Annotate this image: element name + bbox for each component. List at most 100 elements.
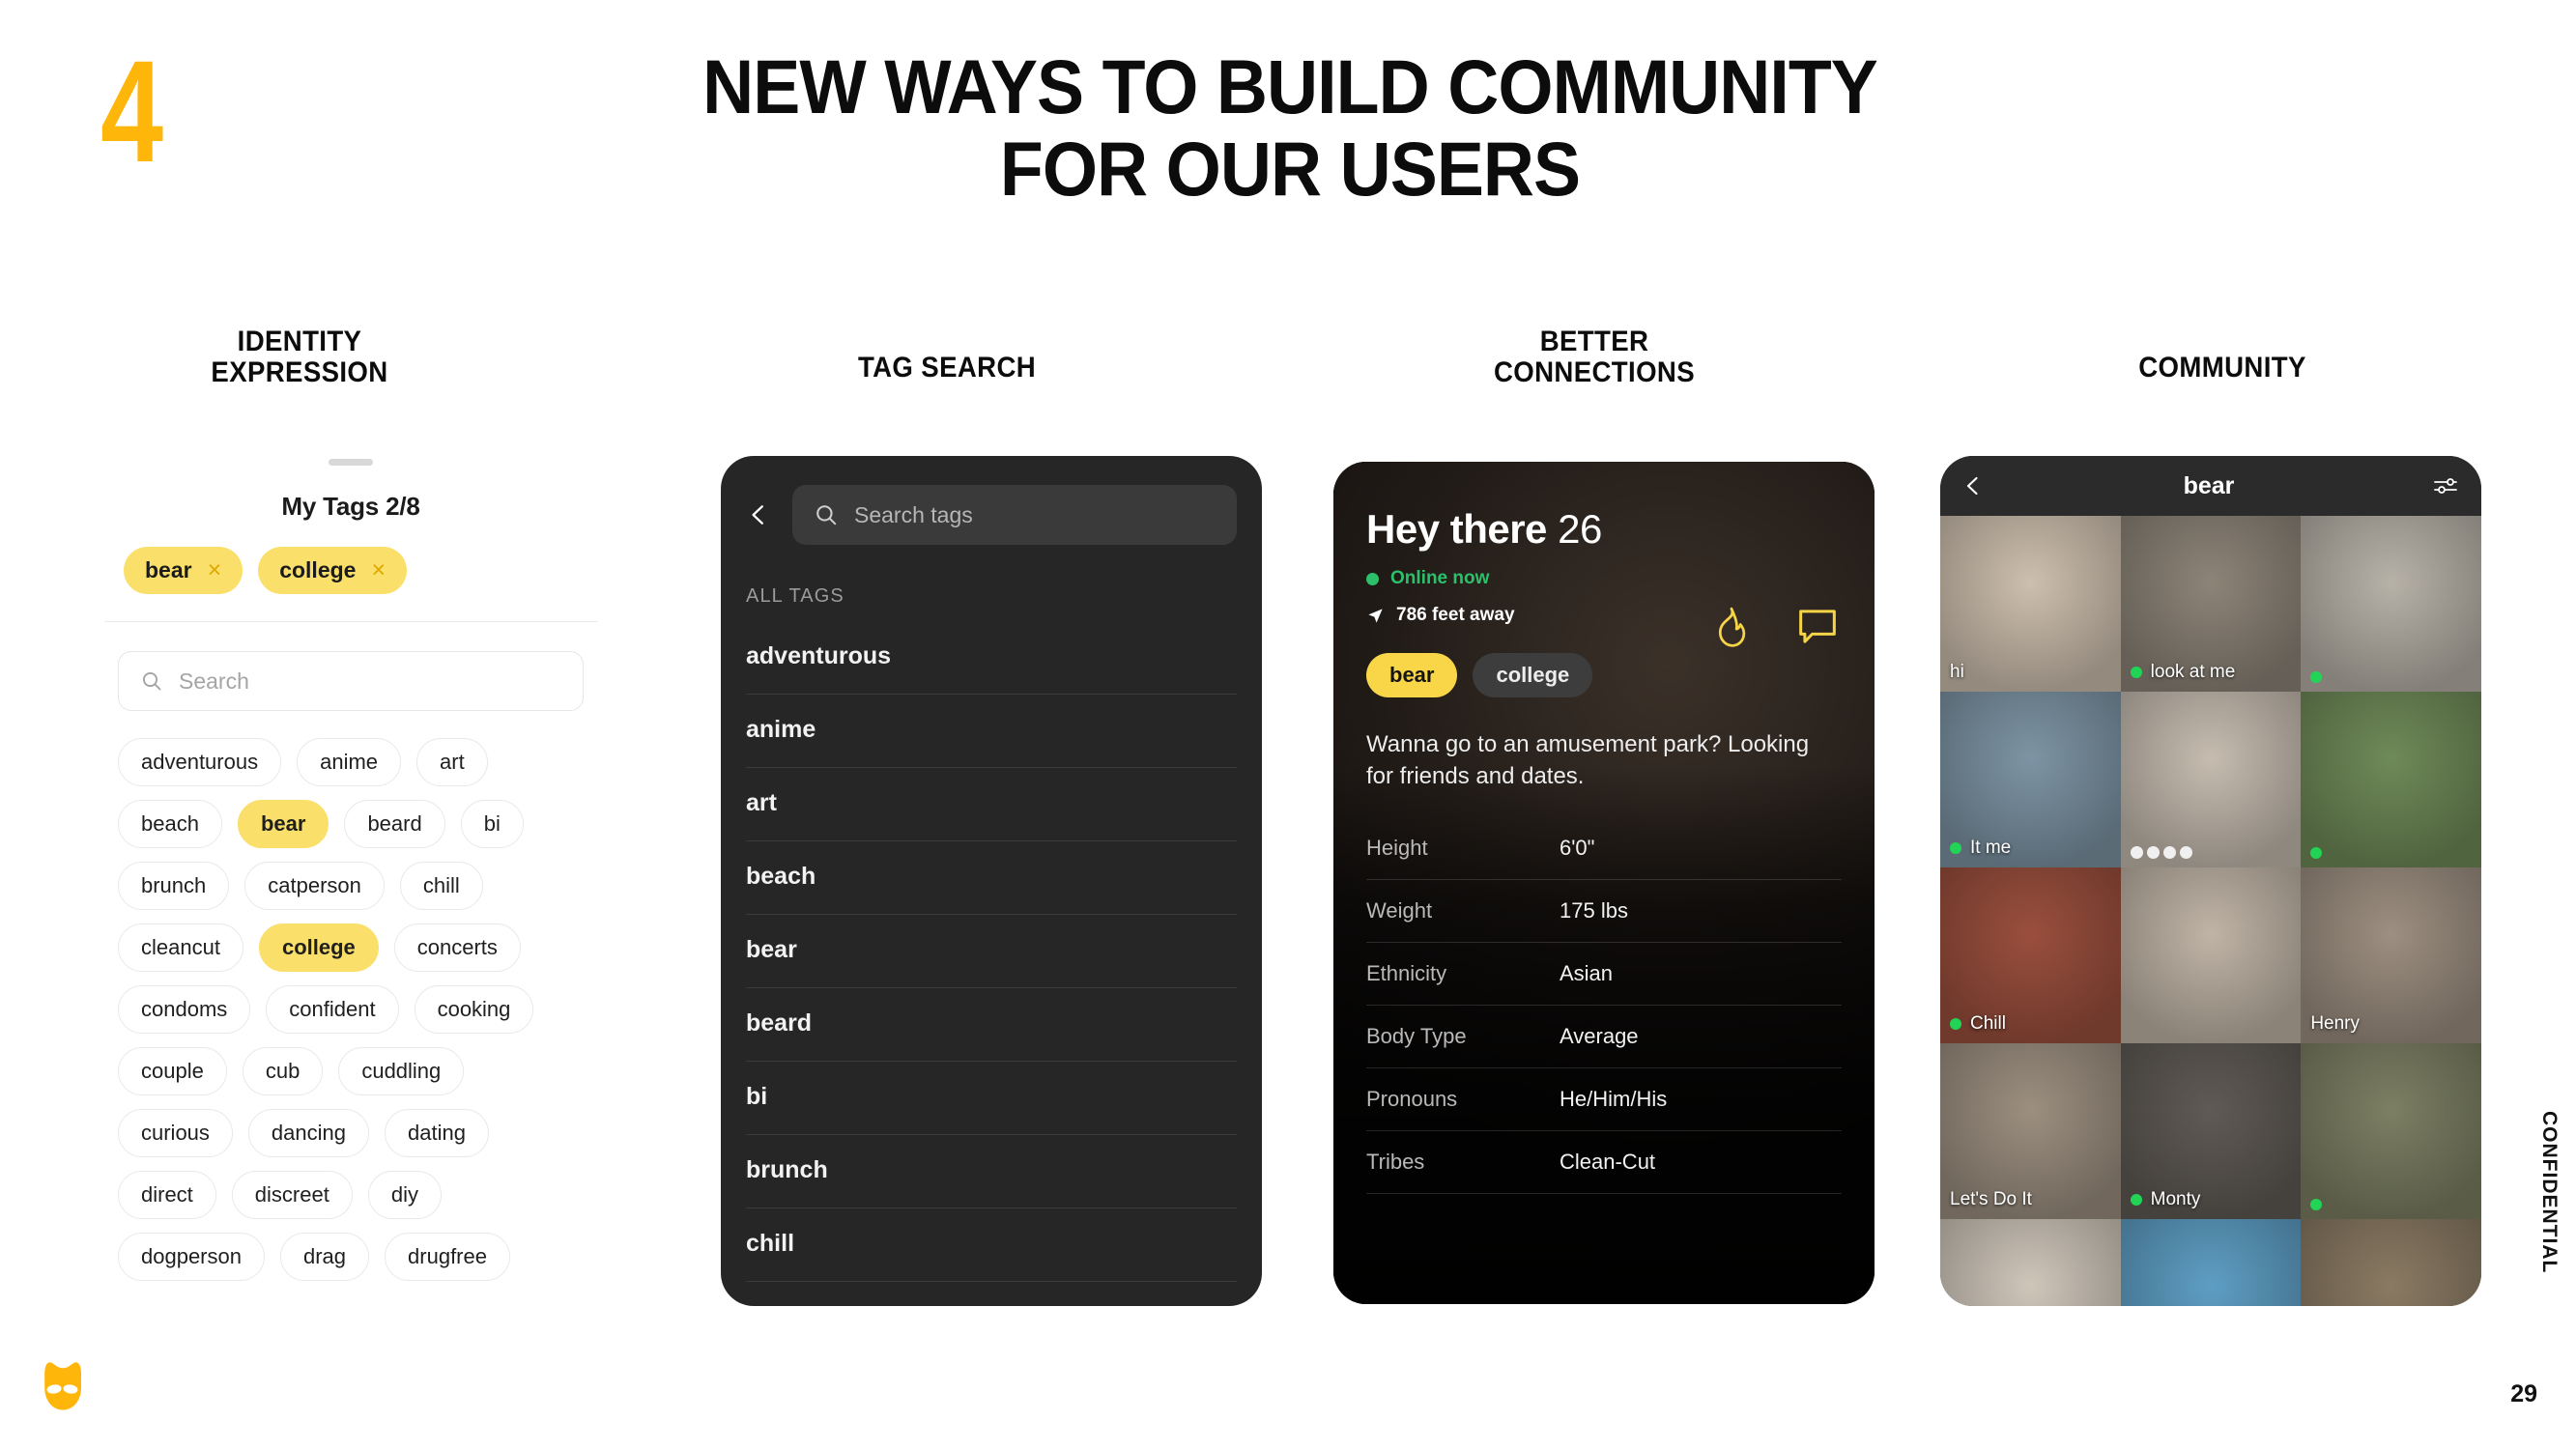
profile-thumbnail [2120, 1219, 2302, 1306]
tag-chip[interactable]: bear [237, 800, 329, 848]
tag-chip[interactable]: cub [242, 1047, 324, 1095]
tag-chip[interactable]: cleancut [118, 923, 243, 972]
community-profile-tile[interactable]: Chill [1940, 867, 2121, 1043]
profile-tile-label-row: Chill [1950, 1013, 2115, 1035]
community-profile-tile[interactable]: Monty [2120, 1043, 2302, 1219]
profile-age: 26 [1558, 506, 1602, 552]
chat-bubble-icon[interactable] [1795, 605, 1840, 651]
selected-tag-chip[interactable]: college × [258, 547, 408, 594]
selected-tag-chip[interactable]: bear × [124, 547, 243, 594]
profile-panel: Hey there 26 Online now 786 feet away be… [1333, 462, 1875, 1304]
grindr-mask-logo [44, 1362, 81, 1410]
tag-chip[interactable]: condoms [118, 985, 251, 1034]
profile-detail-value: Average [1560, 1024, 1639, 1049]
tag-search-list-item[interactable]: bear [746, 915, 1237, 988]
tag-chip[interactable]: anime [297, 738, 402, 786]
profile-detail-value: Asian [1560, 961, 1614, 986]
tag-chip[interactable]: beard [344, 800, 445, 848]
tag-chip[interactable]: art [416, 738, 488, 786]
selected-tag-label: college [279, 557, 357, 582]
tag-chip[interactable]: chill [399, 862, 483, 910]
profile-detail-key: Tribes [1366, 1150, 1425, 1175]
tag-chip[interactable]: dancing [247, 1109, 369, 1157]
profile-tag-chip[interactable]: bear [1366, 653, 1458, 697]
profile-tile-label: Henry [2310, 1013, 2361, 1034]
community-profile-tile[interactable] [2120, 1219, 2302, 1306]
tag-search-list-item[interactable]: chill [746, 1208, 1237, 1282]
tag-chip[interactable]: drag [279, 1233, 370, 1281]
tag-chip[interactable]: concerts [393, 923, 521, 972]
filter-sliders-icon[interactable] [2433, 474, 2460, 497]
profile-tile-label: It me [1970, 838, 2012, 858]
profile-tile-label-row: Henry [2310, 1013, 2476, 1035]
tag-chip[interactable]: catperson [244, 862, 385, 910]
search-tags-input-wrapper[interactable]: Search tags [792, 485, 1237, 545]
profile-tag-chip[interactable]: college [1473, 653, 1593, 697]
community-topbar: bear [1940, 456, 2481, 516]
tag-search-results-list: adventurous anime art beach bear beard bi brunc… [721, 621, 1262, 1282]
profile-thumbnail [2120, 692, 2302, 867]
tag-chip[interactable]: curious [118, 1109, 233, 1157]
community-profile-tile[interactable] [2301, 692, 2481, 867]
tag-chip[interactable]: beach [118, 800, 222, 848]
tag-chip[interactable]: confident [266, 985, 399, 1034]
tag-search-list-item[interactable]: beard [746, 988, 1237, 1062]
tag-chip[interactable]: bi [460, 800, 524, 848]
tag-search-panel: Search tags ALL TAGS adventurous anime art… [721, 456, 1262, 1306]
tag-chip[interactable]: direct [118, 1171, 216, 1219]
flame-icon[interactable] [1710, 605, 1753, 651]
community-profile-tile[interactable]: Henry [2301, 867, 2481, 1043]
my-tags-title: My Tags 2/8 [281, 492, 420, 521]
tag-chip[interactable]: adventurous [118, 738, 282, 786]
sheet-grabber-handle[interactable] [329, 459, 373, 466]
tag-chip[interactable]: discreet [231, 1171, 353, 1219]
online-status-dot [2310, 1199, 2323, 1210]
tag-search-input-wrapper[interactable]: Search [118, 651, 584, 711]
back-chevron-icon[interactable] [1961, 474, 1985, 497]
headline-line-1: NEW WAYS TO BUILD COMMUNITY [702, 43, 1878, 129]
all-tags-section-label: ALL TAGS [746, 585, 844, 607]
tag-chip[interactable]: drugfree [385, 1233, 510, 1281]
profile-online-row: Online now [1366, 568, 1842, 589]
online-status-dot [1950, 1018, 1961, 1030]
community-panel: bear hi look at me It me Chill Henry Let's Do… [1940, 456, 2481, 1306]
tag-search-list-item[interactable]: bi [746, 1062, 1237, 1135]
online-status-dot [2130, 1194, 2142, 1206]
tag-search-list-item[interactable]: anime [746, 695, 1237, 768]
community-profile-tile[interactable] [2301, 1043, 2481, 1219]
community-profile-tile[interactable]: hi [1940, 516, 2121, 692]
tag-chip[interactable]: diy [367, 1171, 442, 1219]
tag-search-list-item[interactable]: art [746, 768, 1237, 841]
community-profile-tile[interactable]: Let's Do It [1940, 1043, 2121, 1219]
back-chevron-icon[interactable] [746, 502, 771, 527]
profile-tile-label-row [2310, 1199, 2476, 1210]
tag-search-list-item[interactable]: beach [746, 841, 1237, 915]
remove-tag-icon[interactable]: × [371, 558, 386, 582]
community-profile-tile[interactable] [2120, 867, 2302, 1043]
profile-content: Hey there 26 Online now 786 feet away be… [1333, 462, 1875, 1304]
tag-chip[interactable]: dogperson [118, 1233, 265, 1281]
community-profile-tile[interactable] [2120, 692, 2302, 867]
community-profile-tile[interactable] [2301, 516, 2481, 692]
section-divider [104, 621, 597, 622]
remove-tag-icon[interactable]: × [208, 558, 222, 582]
page-title: NEW WAYS TO BUILD COMMUNITY FOR OUR USER… [468, 43, 2112, 210]
tag-chip[interactable]: couple [118, 1047, 227, 1095]
tag-chip[interactable]: college [258, 923, 379, 972]
community-profile-tile[interactable] [2301, 1219, 2481, 1306]
tag-search-list-item[interactable]: brunch [746, 1135, 1237, 1208]
community-profile-tile[interactable]: It me [1940, 692, 2121, 867]
profile-action-buttons [1710, 605, 1840, 651]
tag-chip[interactable]: dating [385, 1109, 489, 1157]
column-title-tag-search: TAG SEARCH [857, 352, 1037, 384]
profile-detail-value: 175 lbs [1560, 898, 1628, 923]
profile-tile-label-row: Monty [2130, 1189, 2296, 1210]
search-icon [142, 671, 161, 691]
tag-search-list-item[interactable]: adventurous [746, 621, 1237, 695]
tag-chip[interactable]: cuddling [338, 1047, 465, 1095]
community-profile-tile[interactable] [1940, 1219, 2121, 1306]
profile-thumbnail [1940, 1219, 2121, 1306]
tag-chip[interactable]: brunch [118, 862, 230, 910]
tag-chip[interactable]: cooking [414, 985, 534, 1034]
community-profile-tile[interactable]: look at me [2120, 516, 2302, 692]
